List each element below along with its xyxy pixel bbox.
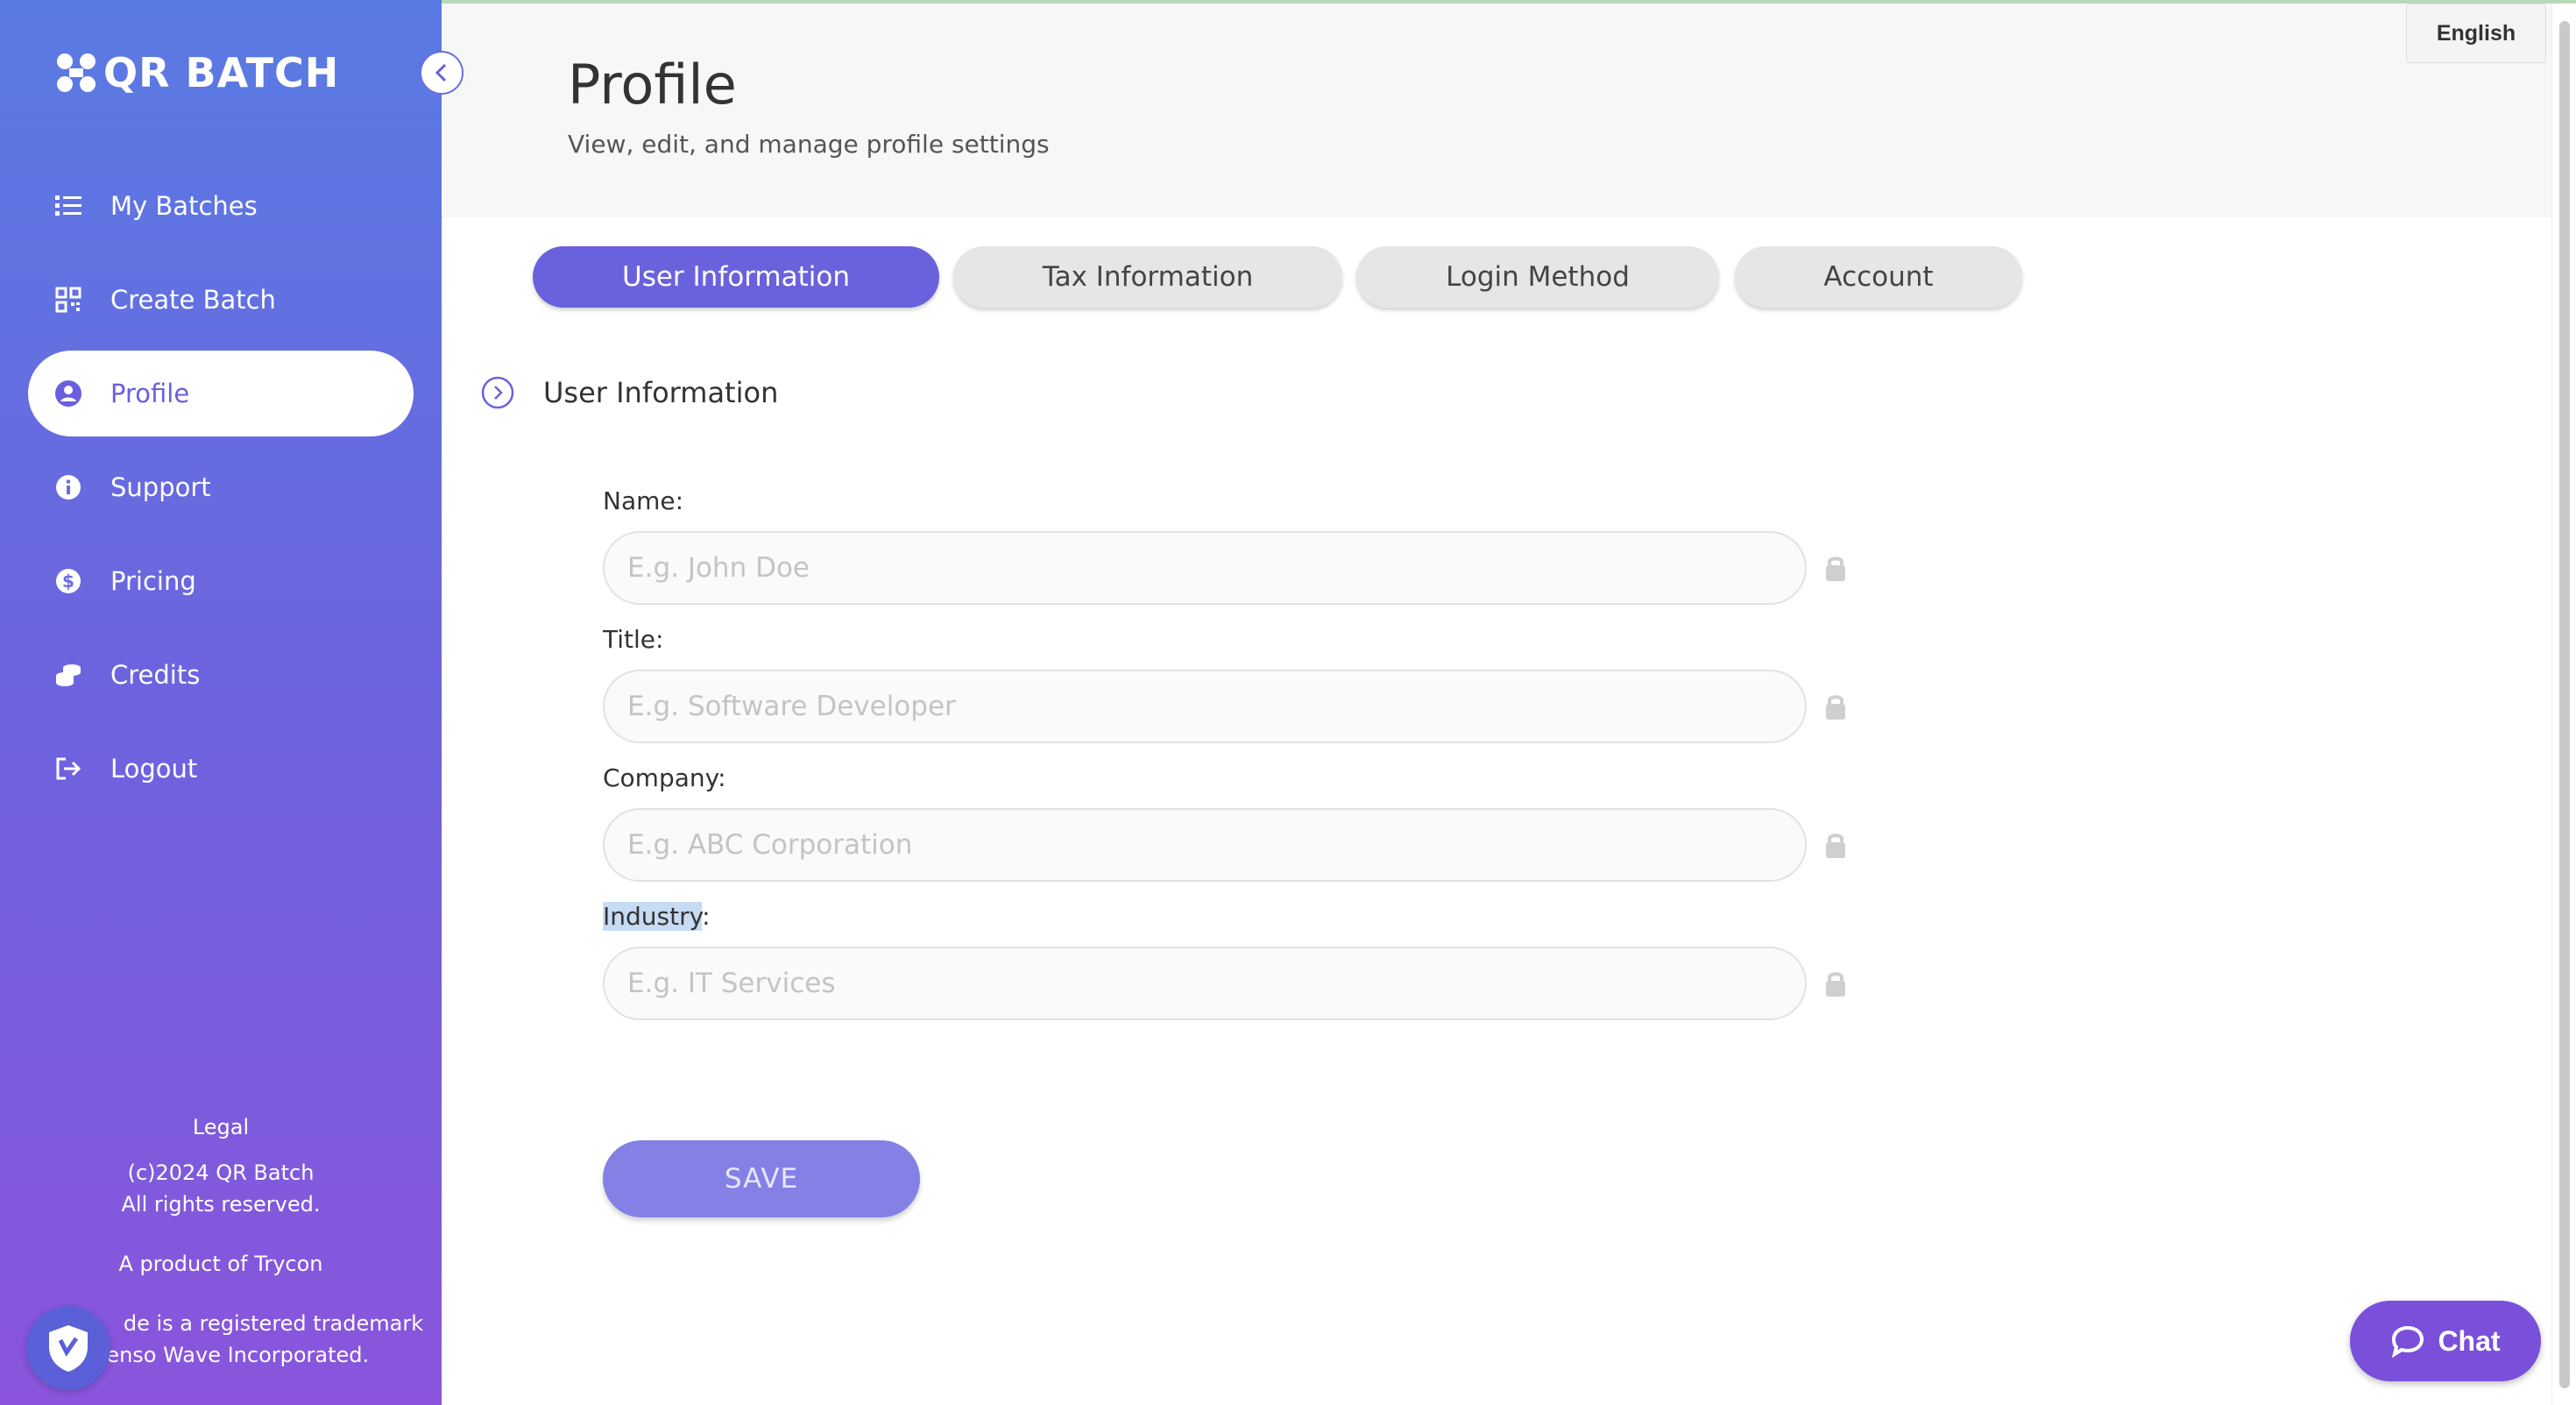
sidebar-item-label: My Batches — [110, 191, 258, 221]
tab-account[interactable]: Account — [1735, 246, 2022, 308]
qr-code-icon — [54, 286, 82, 314]
company-field[interactable] — [603, 808, 1807, 882]
shield-icon — [49, 1325, 88, 1372]
tab-user-information[interactable]: User Information — [533, 246, 939, 308]
page-subtitle: View, edit, and manage profile settings — [568, 130, 1050, 159]
sidebar-item-label: Pricing — [110, 566, 196, 596]
sidebar: QR BATCH My Batches Create Batch Profile… — [0, 0, 442, 1405]
page-header: Profile View, edit, and manage profile s… — [442, 4, 2551, 217]
industry-label-highlighted: Industry — [603, 902, 703, 931]
sidebar-collapse-button[interactable] — [420, 51, 464, 95]
lock-icon — [1826, 834, 1845, 858]
sidebar-item-label: Logout — [110, 754, 198, 784]
title-label: Title: — [603, 625, 664, 654]
title-field[interactable] — [603, 670, 1807, 743]
language-selector[interactable]: English — [2406, 4, 2546, 63]
list-icon — [54, 192, 82, 220]
info-icon — [54, 473, 82, 501]
company-label: Company: — [603, 763, 726, 792]
tab-login-method[interactable]: Login Method — [1356, 246, 1719, 308]
product-line: A product of Trycon — [118, 1252, 323, 1276]
logout-icon — [54, 755, 82, 783]
legal-link[interactable]: Legal — [0, 1111, 442, 1143]
sidebar-item-logout[interactable]: Logout — [28, 726, 414, 812]
chevron-right-circle-icon — [480, 375, 515, 410]
sidebar-nav: My Batches Create Batch Profile Support … — [28, 163, 414, 820]
name-label: Name: — [603, 486, 684, 515]
lock-icon — [1826, 557, 1845, 581]
sidebar-item-label: Profile — [110, 379, 190, 408]
svg-text:$: $ — [62, 571, 74, 592]
lock-icon — [1826, 695, 1845, 720]
user-circle-icon — [54, 380, 82, 408]
industry-label-colon: : — [702, 902, 711, 931]
user-information-form: Name: Title: Company: Industry: — [603, 484, 1849, 1038]
sidebar-item-label: Support — [110, 472, 211, 502]
security-badge[interactable] — [26, 1306, 110, 1390]
sidebar-item-my-batches[interactable]: My Batches — [28, 163, 414, 249]
chat-button[interactable]: Chat — [2350, 1301, 2541, 1381]
sidebar-item-credits[interactable]: Credits — [28, 632, 414, 718]
chat-label: Chat — [2438, 1324, 2501, 1357]
sidebar-item-label: Create Batch — [110, 285, 276, 315]
brand-name: QR BATCH — [103, 49, 340, 96]
rights-line: All rights reserved. — [121, 1192, 321, 1217]
tab-tax-information[interactable]: Tax Information — [953, 246, 1342, 308]
save-button[interactable]: SAVE — [603, 1140, 920, 1217]
lock-icon — [1826, 972, 1845, 997]
sidebar-item-pricing[interactable]: $ Pricing — [28, 538, 414, 624]
chat-bubble-icon — [2392, 1325, 2424, 1358]
sidebar-item-profile[interactable]: Profile — [28, 351, 414, 436]
section-header[interactable]: User Information — [480, 375, 778, 410]
brand-logo[interactable]: QR BATCH — [54, 49, 339, 96]
logo-icon — [57, 53, 96, 92]
profile-tabs: User Information Tax Information Login M… — [533, 246, 2036, 308]
dollar-icon: $ — [54, 567, 82, 595]
chevron-left-icon — [435, 63, 447, 82]
scrollbar[interactable] — [2551, 4, 2576, 1405]
copyright-line: (c)2024 QR Batch — [127, 1160, 315, 1185]
industry-field[interactable] — [603, 947, 1807, 1020]
name-field[interactable] — [603, 531, 1807, 605]
scrollbar-thumb[interactable] — [2559, 21, 2570, 1388]
sidebar-item-label: Credits — [110, 660, 201, 690]
industry-label: Industry: — [603, 899, 1849, 934]
section-title: User Information — [543, 376, 779, 409]
sidebar-item-create-batch[interactable]: Create Batch — [28, 257, 414, 343]
page-title: Profile — [568, 53, 737, 117]
sidebar-item-support[interactable]: Support — [28, 444, 414, 530]
coins-icon — [54, 661, 82, 689]
